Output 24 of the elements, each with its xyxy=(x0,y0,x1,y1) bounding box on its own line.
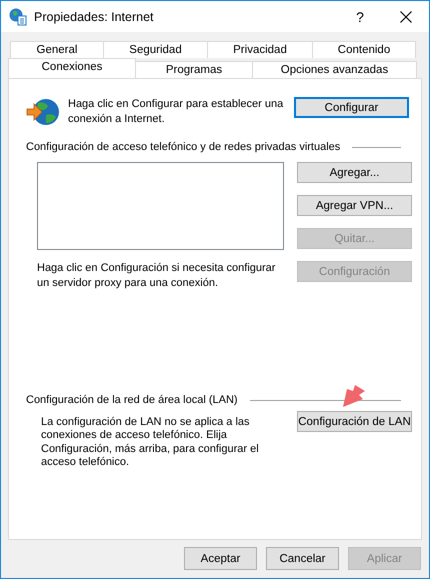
section-heading: Configuración de acceso telefónico y de redes privadas virtuales xyxy=(26,141,340,153)
globe-icon xyxy=(26,97,60,127)
section-heading: Configuración de la red de área local (LAN) xyxy=(26,394,238,406)
close-icon xyxy=(400,10,412,22)
connections-list[interactable] xyxy=(37,162,284,250)
tab[interactable]: Conexiones xyxy=(8,58,136,78)
tab[interactable]: Opciones avanzadas xyxy=(252,61,417,78)
tab[interactable]: Privacidad xyxy=(207,41,313,58)
tab[interactable]: Seguridad xyxy=(103,41,208,58)
dialog-button[interactable]: Aceptar xyxy=(184,547,257,570)
globe-icon xyxy=(9,8,27,26)
window-title: Propiedades: Internet xyxy=(34,10,155,24)
tab[interactable]: General xyxy=(10,41,104,58)
dialog-button[interactable]: Cancelar xyxy=(266,547,339,570)
connection-button[interactable]: Agregar VPN... xyxy=(297,195,412,216)
help-button[interactable]: ? xyxy=(337,8,383,24)
connection-button[interactable]: Agregar... xyxy=(297,162,412,183)
lan-text: La configuración de LAN no se aplica a las conexiones de acceso telefónico. Elija Configuración, más arriba, para configurar el acceso telefónico. xyxy=(41,416,260,470)
tab[interactable]: Programas xyxy=(135,61,253,78)
proxy-text: Haga clic en Configuración si necesita configurar un servidor proxy para una conexión. xyxy=(37,261,276,291)
setup-text: Haga clic en Configurar para establecer una conexión a Internet. xyxy=(68,97,284,127)
configure-button[interactable]: Configurar xyxy=(294,97,409,118)
tab[interactable]: Contenido xyxy=(312,41,416,58)
lan-settings-button[interactable]: Configuración de LAN xyxy=(297,411,412,432)
